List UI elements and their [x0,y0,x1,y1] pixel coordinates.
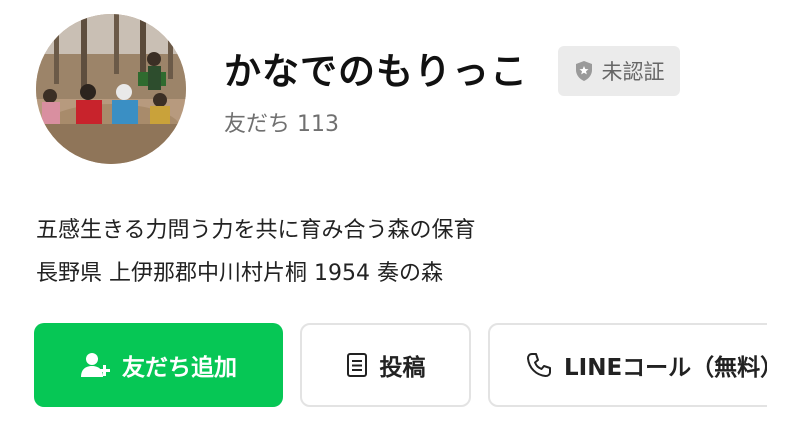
post-button[interactable]: 投稿 [300,323,471,407]
shield-icon [574,60,594,82]
profile-name: かなでのもりっこ [224,50,528,93]
avatar-photo [36,14,186,164]
avatar[interactable] [36,14,186,164]
friends-count: 友だち 113 [224,112,339,137]
document-icon [346,352,368,378]
description-line-1: 五感生きる力問う力を共に育み合う森の保育 [36,218,476,243]
badge-label: 未認証 [601,60,665,84]
description-line-2: 長野県 上伊那郡中川村片桐 1954 奏の森 [36,261,443,286]
post-label: 投稿 [379,355,426,381]
verification-badge[interactable]: 未認証 [558,46,680,96]
line-call-button[interactable]: LINEコール（無料） [488,323,767,407]
person-add-icon [80,351,110,379]
phone-icon [526,352,552,378]
action-buttons: 友だち追加 投稿 LINEコール（無料） [34,323,767,409]
profile-description: 五感生きる力問う力を共に育み合う森の保育 長野県 上伊那郡中川村片桐 1954 … [36,209,476,295]
add-friend-button[interactable]: 友だち追加 [34,323,283,407]
line-call-label: LINEコール（無料） [564,355,767,381]
add-friend-label: 友だち追加 [122,355,237,381]
